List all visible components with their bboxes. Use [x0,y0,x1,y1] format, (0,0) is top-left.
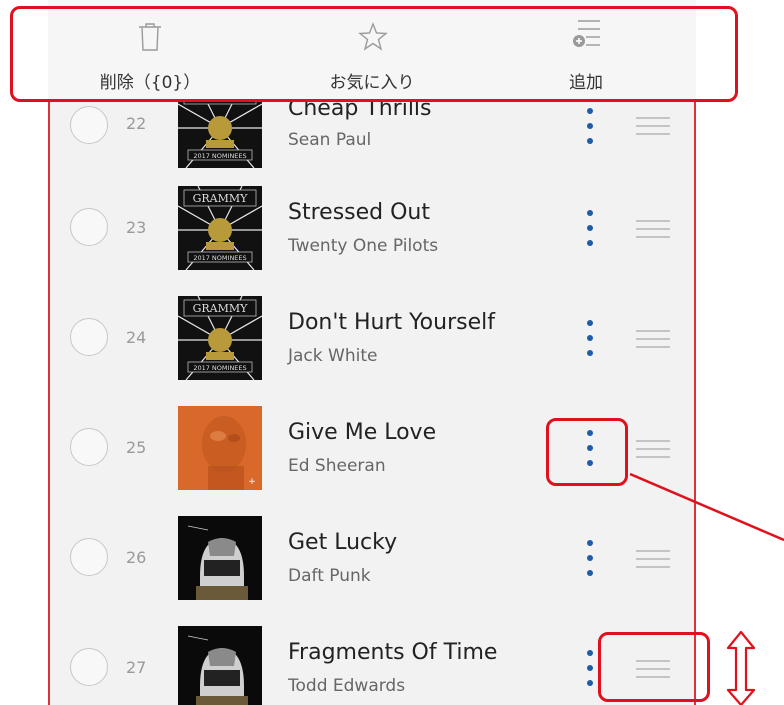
drag-handle-icon[interactable] [636,440,670,460]
track-artist: Twenty One Pilots [288,236,439,256]
daftpunk-art [178,626,262,705]
select-radio[interactable] [70,106,108,144]
track-number: 24 [126,328,147,347]
track-artist: Ed Sheeran [288,456,386,476]
svg-text:2017 NOMINEES: 2017 NOMINEES [193,364,246,372]
track-number: 26 [126,548,147,567]
drag-handle-icon[interactable] [636,550,670,570]
svg-text:2017 NOMINEES: 2017 NOMINEES [193,254,246,262]
vertical-double-arrow-icon [726,630,756,705]
track-title: Get Lucky [288,530,398,555]
daftpunk-art [178,516,262,600]
svg-text:2017 NOMINEES: 2017 NOMINEES [193,152,246,160]
track-row[interactable]: 23 GRAMMY 2017 NOMINEES Stressed Out Twe… [48,180,696,290]
grammy-art: GRAMMY 2017 NOMINEES [177,185,263,271]
playlist-screen: 22 GRAMMY [48,0,696,705]
track-title: Stressed Out [288,200,430,225]
album-art-orange: + [178,406,262,490]
album-art-daftpunk [178,626,262,705]
more-options-icon[interactable] [580,106,600,146]
screenshot-root: 22 GRAMMY [0,0,784,705]
more-options-icon[interactable] [580,318,600,358]
album-art-grammy: GRAMMY 2017 NOMINEES [177,185,263,271]
orange-art: + [178,406,262,490]
track-artist: Sean Paul [288,130,372,150]
drag-handle-icon[interactable] [636,117,670,137]
album-art-daftpunk [178,516,262,600]
svg-text:GRAMMY: GRAMMY [193,302,249,315]
track-number: 23 [126,218,147,237]
svg-text:GRAMMY: GRAMMY [193,192,249,205]
album-art-grammy: GRAMMY 2017 NOMINEES [177,295,263,381]
svg-text:+: + [248,477,256,487]
track-row[interactable]: 24 GRAMMY 2017 NOMINEES Don't Hurt Yours… [48,290,696,400]
track-artist: Todd Edwards [288,676,406,696]
more-options-icon[interactable] [580,538,600,578]
drag-handle-highlight-box [598,632,710,702]
track-row[interactable]: 26 Get Lucky Daft Punk [48,510,696,620]
select-radio[interactable] [70,428,108,466]
drag-handle-icon[interactable] [636,220,670,240]
more-options-icon[interactable] [580,648,600,688]
track-artist: Jack White [288,346,378,366]
more-options-icon[interactable] [580,208,600,248]
track-title: Don't Hurt Yourself [288,310,495,335]
track-artist: Daft Punk [288,566,371,586]
select-radio[interactable] [70,538,108,576]
drag-handle-icon[interactable] [636,330,670,350]
select-radio[interactable] [70,648,108,686]
track-title: Give Me Love [288,420,437,445]
track-title: Fragments Of Time [288,640,498,665]
select-radio[interactable] [70,208,108,246]
grammy-art: GRAMMY 2017 NOMINEES [177,295,263,381]
more-options-highlight-box [546,418,628,486]
toolbar-highlight-box [10,6,738,102]
track-number: 22 [126,114,147,133]
track-number: 27 [126,658,147,677]
track-number: 25 [126,438,147,457]
select-radio[interactable] [70,318,108,356]
